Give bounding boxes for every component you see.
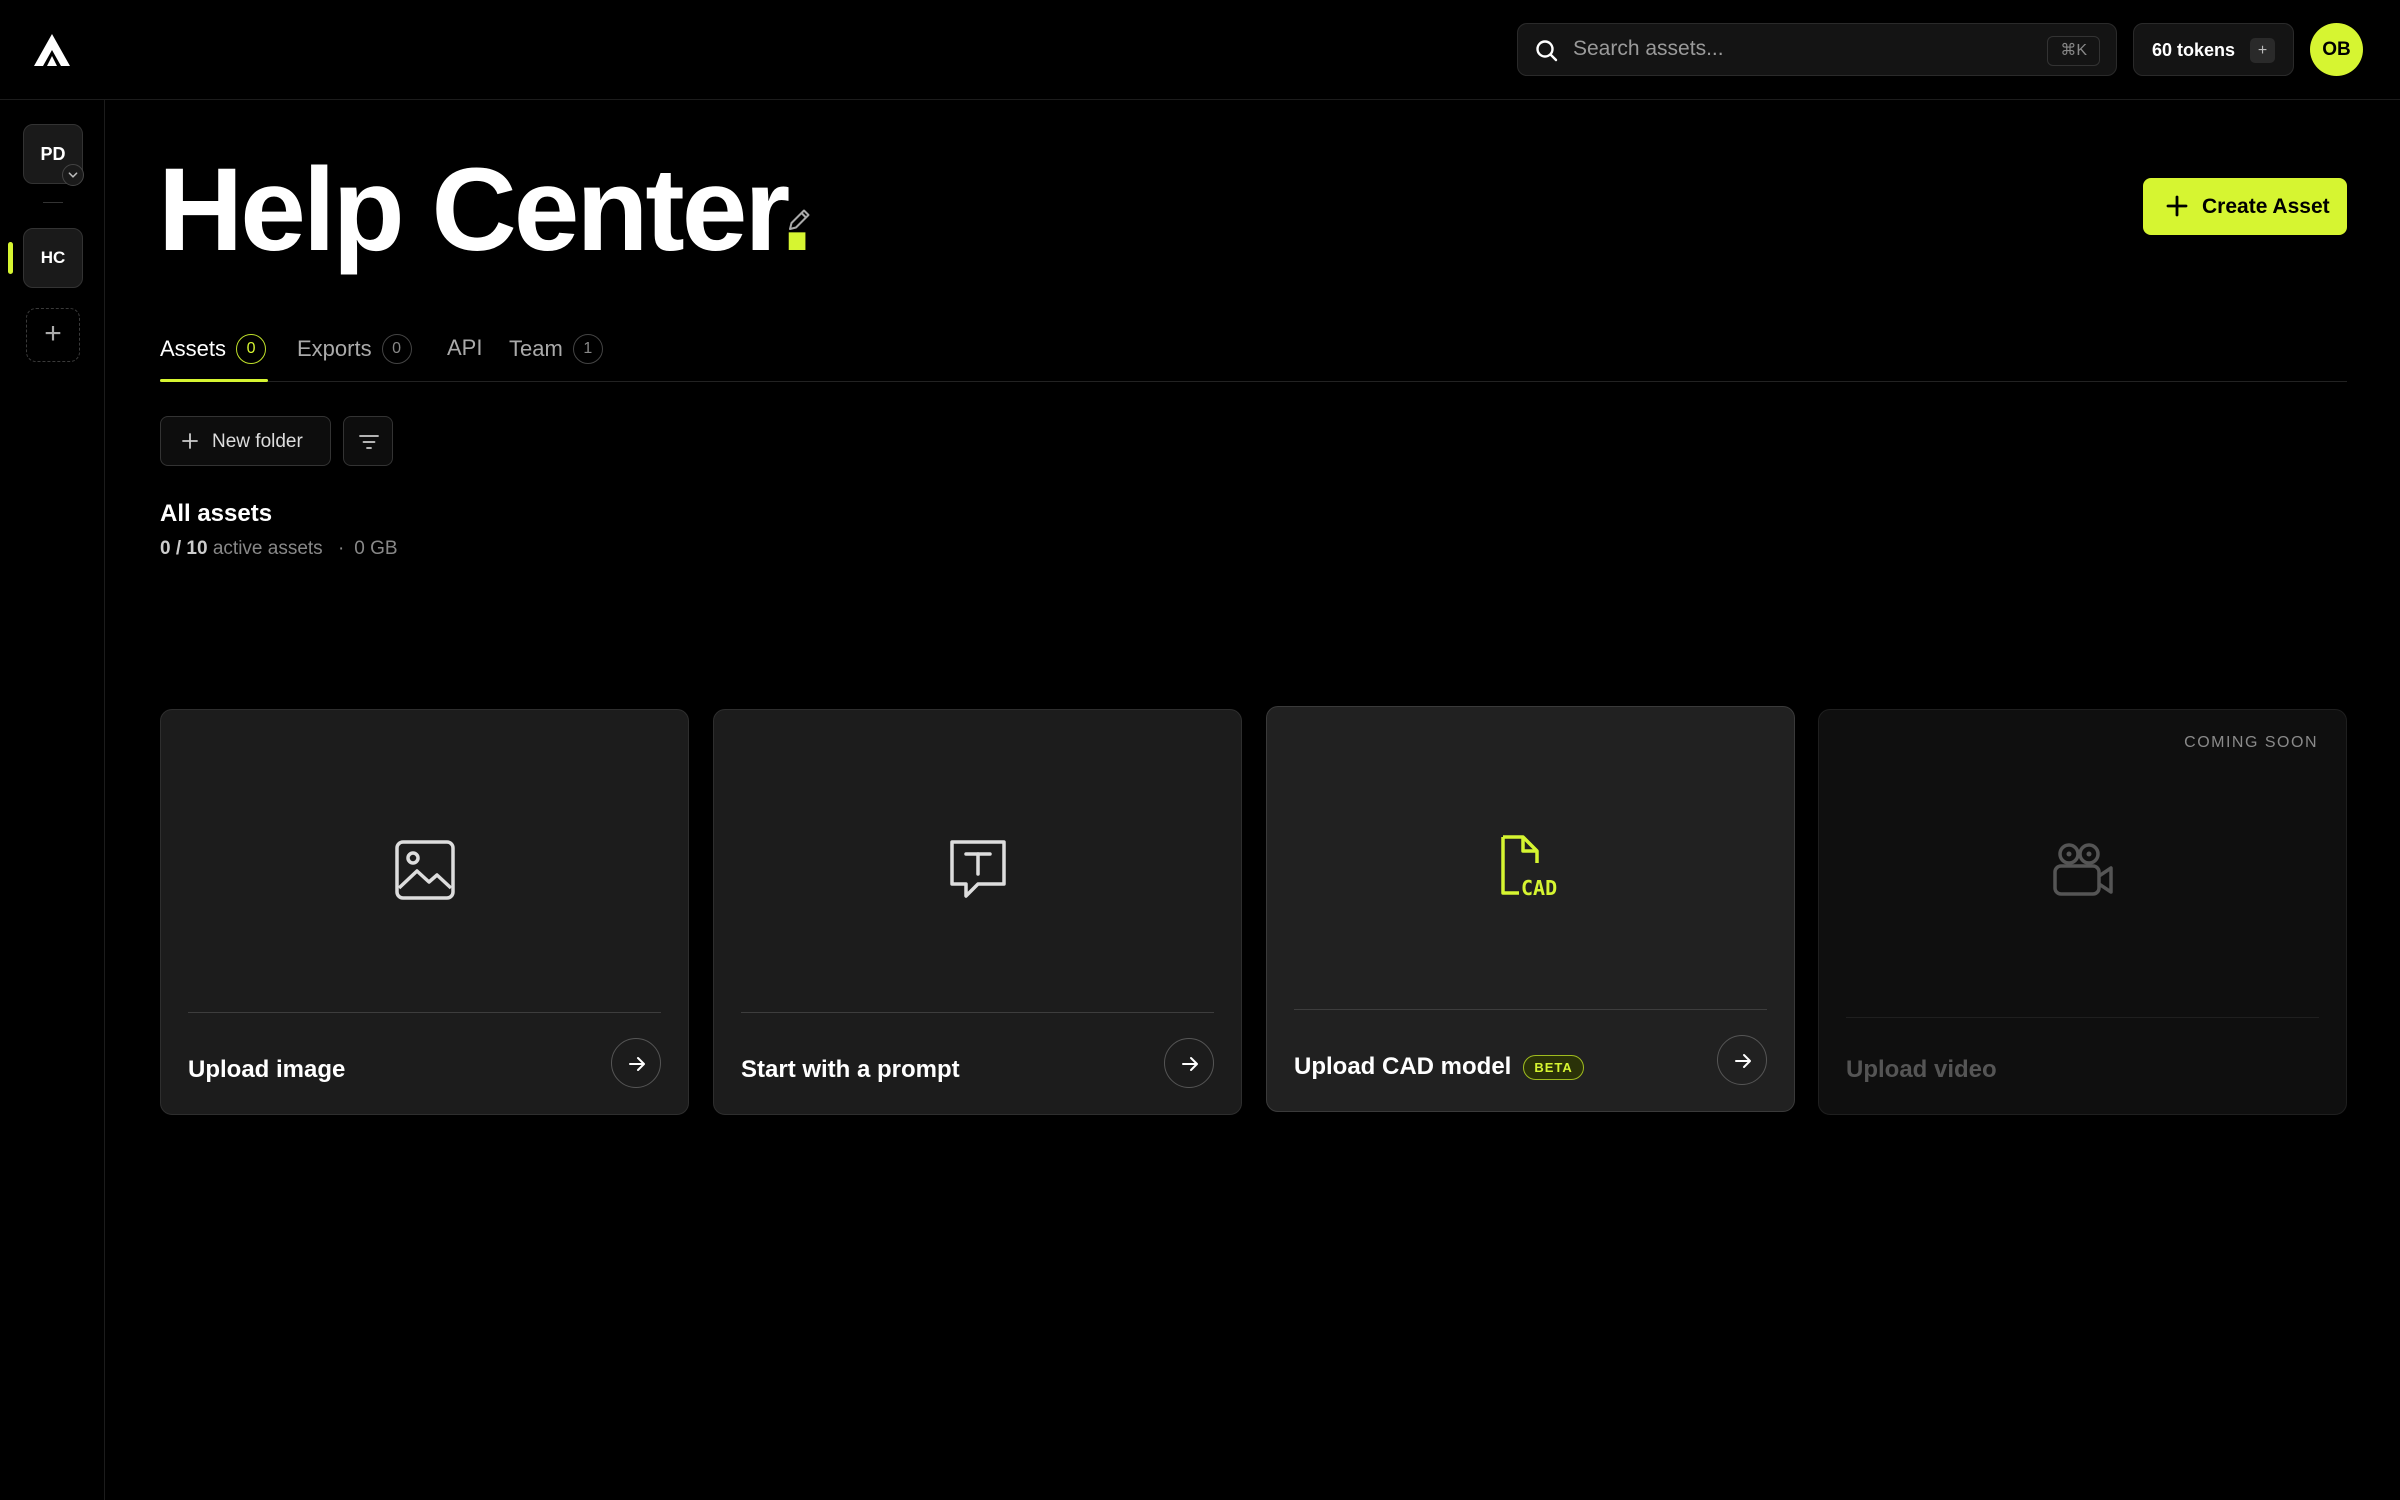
- active-tab-underline: [160, 379, 268, 382]
- new-folder-label: New folder: [212, 431, 303, 452]
- tab-team[interactable]: Team 1: [509, 334, 603, 378]
- card-label: Upload video: [1846, 1056, 1997, 1083]
- beta-badge: BETA: [1523, 1055, 1584, 1080]
- text-prompt-icon: [949, 840, 1006, 898]
- pencil-icon[interactable]: [783, 204, 815, 236]
- tokens-button[interactable]: 60 tokens +: [2133, 23, 2294, 76]
- tab-label: Assets: [160, 336, 227, 361]
- tab-assets[interactable]: Assets 0: [160, 334, 267, 378]
- meta-separator: ·: [337, 538, 345, 559]
- card-label: Upload image: [188, 1056, 346, 1083]
- tab-api[interactable]: API: [447, 334, 482, 378]
- tab-label: API: [447, 335, 483, 361]
- triangle-logo-icon[interactable]: [32, 32, 72, 68]
- upload-video-card: COMING SOON Upload video: [1818, 709, 2347, 1115]
- card-label: Upload CAD model BETA: [1294, 1053, 1584, 1081]
- add-workspace-button[interactable]: +: [26, 308, 80, 362]
- card-divider: [188, 1012, 661, 1013]
- add-tokens-button[interactable]: +: [2250, 38, 2275, 63]
- chevron-down-icon[interactable]: [62, 164, 84, 186]
- video-camera-icon: [2052, 843, 2113, 896]
- tab-count-badge: 1: [572, 334, 603, 364]
- sidebar-divider: [43, 202, 63, 203]
- tab-count-badge: 0: [236, 334, 267, 364]
- user-avatar[interactable]: OB: [2310, 23, 2363, 76]
- plus-icon: [182, 433, 198, 449]
- page-title: Help Center.: [158, 140, 814, 280]
- active-indicator: [8, 242, 13, 274]
- storage-size: 0 GB: [354, 538, 398, 559]
- card-divider: [1846, 1017, 2319, 1018]
- cad-file-icon: CAD: [1500, 835, 1557, 900]
- filter-button[interactable]: [343, 416, 393, 466]
- sidebar: PD HC +: [0, 100, 105, 1500]
- upload-image-card[interactable]: Upload image: [160, 709, 689, 1115]
- tab-bar: Assets 0 Exports 0 API Team 1: [160, 330, 2347, 382]
- asset-usage: 0 / 10 active assets · 0 GB: [160, 538, 398, 560]
- image-icon: [394, 840, 455, 900]
- search-shortcut: ⌘K: [2047, 36, 2100, 66]
- cad-icon-text: CAD: [1521, 876, 1557, 900]
- search-icon: [1536, 40, 1558, 62]
- new-folder-button[interactable]: New folder: [160, 416, 331, 466]
- tab-exports[interactable]: Exports 0: [297, 334, 412, 378]
- card-divider: [741, 1012, 1214, 1013]
- arrow-right-icon[interactable]: [1164, 1038, 1214, 1088]
- filter-icon: [359, 435, 379, 449]
- active-assets-label: active assets: [212, 538, 323, 559]
- create-asset-label: Create Asset: [2202, 195, 2330, 218]
- tab-count-badge: 0: [381, 334, 412, 364]
- card-label: Start with a prompt: [741, 1056, 960, 1083]
- workspace-hc[interactable]: HC: [23, 228, 83, 288]
- asset-limit: 10: [186, 538, 208, 559]
- tab-label: Exports: [297, 336, 372, 361]
- tokens-label: 60 tokens: [2152, 40, 2236, 60]
- create-asset-button[interactable]: Create Asset: [2143, 178, 2347, 235]
- card-label-text: Upload CAD model: [1294, 1053, 1512, 1080]
- arrow-right-icon[interactable]: [611, 1038, 661, 1088]
- usage-slash: /: [175, 538, 182, 559]
- tab-label: Team: [509, 336, 563, 361]
- upload-cad-card[interactable]: CAD Upload CAD model BETA: [1266, 706, 1795, 1112]
- arrow-right-icon[interactable]: [1717, 1035, 1767, 1085]
- page-title-text: Help Center: [158, 144, 784, 276]
- active-count: 0: [160, 538, 171, 559]
- search-input[interactable]: Search assets... ⌘K: [1517, 23, 2117, 76]
- search-placeholder: Search assets...: [1573, 37, 1724, 60]
- top-bar: Search assets... ⌘K 60 tokens + OB: [0, 0, 2400, 100]
- card-divider: [1294, 1009, 1767, 1010]
- section-title: All assets: [160, 500, 273, 527]
- plus-icon: [2166, 195, 2188, 217]
- coming-soon-tag: COMING SOON: [2184, 734, 2318, 751]
- prompt-card[interactable]: Start with a prompt: [713, 709, 1242, 1115]
